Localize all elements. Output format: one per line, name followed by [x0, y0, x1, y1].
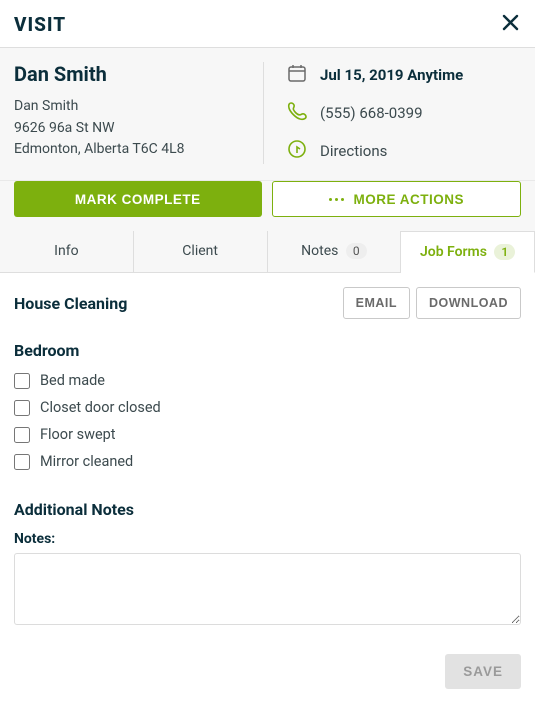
- form-title: House Cleaning: [14, 294, 127, 313]
- checklist-item: Floor swept: [14, 426, 521, 443]
- tab-notes[interactable]: Notes 0: [268, 231, 402, 272]
- bedroom-checklist: Bed made Closet door closed Floor swept …: [14, 372, 521, 480]
- tabs: Info Client Notes 0 Job Forms 1: [0, 231, 535, 273]
- form-footer: SAVE: [0, 644, 535, 703]
- checkbox-label[interactable]: Bed made: [40, 372, 105, 389]
- address-line-1: 9626 96a St NW: [14, 118, 249, 140]
- tab-job-forms-label: Job Forms: [420, 244, 487, 260]
- close-icon[interactable]: [500, 12, 521, 37]
- tab-job-forms[interactable]: Job Forms 1: [401, 231, 535, 273]
- form-content: House Cleaning EMAIL DOWNLOAD Bedroom Be…: [0, 273, 535, 644]
- checkbox-label[interactable]: Closet door closed: [40, 399, 161, 416]
- address-line-2: Edmonton, Alberta T6C 4L8: [14, 139, 249, 161]
- checklist-item: Mirror cleaned: [14, 453, 521, 470]
- notes-label: Notes:: [14, 531, 521, 547]
- checkbox-label[interactable]: Mirror cleaned: [40, 453, 133, 470]
- tab-info[interactable]: Info: [0, 231, 134, 272]
- more-actions-button[interactable]: MORE ACTIONS: [272, 181, 522, 217]
- tab-client-label: Client: [182, 243, 218, 259]
- directions-label: Directions: [320, 142, 387, 160]
- checkbox-closet-door[interactable]: [14, 400, 30, 416]
- tab-client[interactable]: Client: [134, 231, 268, 272]
- phone-icon: [286, 100, 308, 126]
- save-button[interactable]: SAVE: [445, 654, 521, 689]
- tab-info-label: Info: [54, 243, 78, 259]
- mark-complete-button[interactable]: MARK COMPLETE: [14, 181, 262, 217]
- email-button[interactable]: EMAIL: [343, 287, 410, 319]
- more-actions-label: MORE ACTIONS: [354, 192, 465, 207]
- notes-count-badge: 0: [346, 243, 367, 259]
- tab-notes-label: Notes: [301, 243, 338, 259]
- visit-modal: VISIT Dan Smith Dan Smith 9626 96a St NW…: [0, 0, 535, 703]
- customer-name: Dan Smith: [14, 62, 249, 86]
- more-icon: [329, 198, 344, 201]
- form-actions: EMAIL DOWNLOAD: [343, 287, 521, 319]
- form-header: House Cleaning EMAIL DOWNLOAD: [14, 287, 521, 319]
- contact-name: Dan Smith: [14, 96, 249, 118]
- checkbox-bed-made[interactable]: [14, 373, 30, 389]
- bedroom-section-title: Bedroom: [14, 341, 521, 360]
- checkbox-floor-swept[interactable]: [14, 427, 30, 443]
- date-row: Jul 15, 2019 Anytime: [286, 62, 521, 88]
- modal-header: VISIT: [0, 0, 535, 48]
- directions-row[interactable]: Directions: [286, 138, 521, 164]
- notes-textarea[interactable]: [14, 553, 521, 625]
- modal-title: VISIT: [14, 13, 66, 36]
- info-section: Dan Smith Dan Smith 9626 96a St NW Edmon…: [0, 48, 535, 181]
- visit-details: Jul 15, 2019 Anytime (555) 668-0399 Dire…: [263, 62, 521, 164]
- checkbox-label[interactable]: Floor swept: [40, 426, 116, 443]
- download-button[interactable]: DOWNLOAD: [416, 287, 521, 319]
- additional-notes-title: Additional Notes: [14, 500, 521, 519]
- checkbox-mirror-cleaned[interactable]: [14, 454, 30, 470]
- customer-info: Dan Smith Dan Smith 9626 96a St NW Edmon…: [14, 62, 263, 164]
- phone-row: (555) 668-0399: [286, 100, 521, 126]
- job-forms-count-badge: 1: [494, 244, 515, 260]
- checklist-item: Bed made: [14, 372, 521, 389]
- phone-number: (555) 668-0399: [320, 104, 423, 122]
- visit-date: Jul 15, 2019 Anytime: [320, 66, 463, 84]
- directions-icon: [286, 138, 308, 164]
- checklist-item: Closet door closed: [14, 399, 521, 416]
- calendar-icon: [286, 62, 308, 88]
- action-row: MARK COMPLETE MORE ACTIONS: [0, 181, 535, 231]
